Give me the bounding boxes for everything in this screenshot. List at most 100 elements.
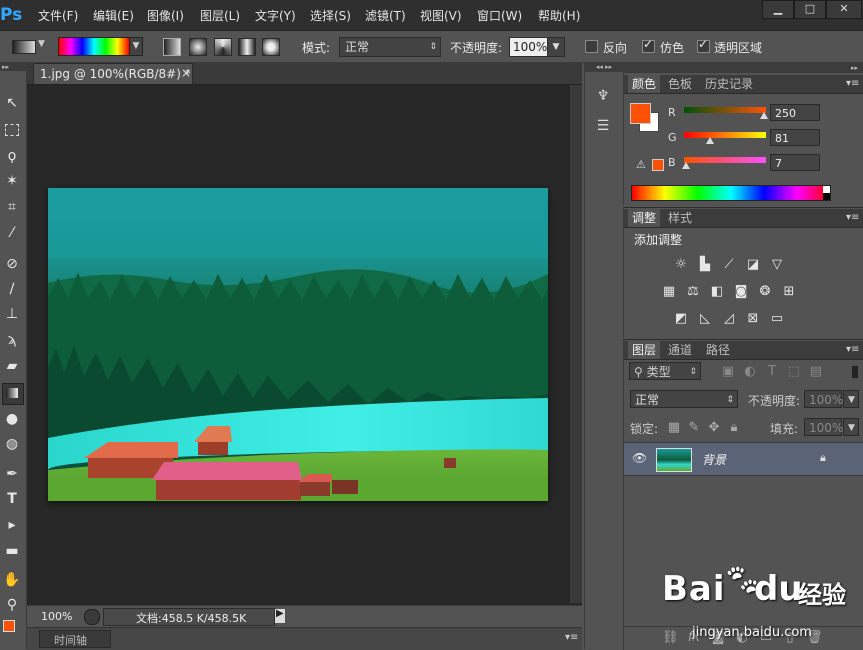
menu-select[interactable]: 选择(S)	[310, 7, 351, 24]
color-spectrum-bar[interactable]	[631, 185, 831, 201]
curves-icon[interactable]: ⟋	[721, 258, 737, 272]
hue-saturation-icon[interactable]: ▦	[661, 285, 677, 299]
menu-type[interactable]: 文字(Y)	[255, 7, 296, 24]
threshold-icon[interactable]: ◿	[721, 312, 737, 326]
eye-visibility-icon[interactable]: 👁︎	[632, 451, 647, 465]
history-brush-tool-icon[interactable]: ϡ	[2, 330, 22, 350]
healing-brush-tool-icon[interactable]: ⊘	[2, 254, 22, 274]
vertical-scrollbar[interactable]	[570, 85, 582, 603]
filter-smart-object-icon[interactable]: ▤	[808, 365, 824, 379]
chevron-down-icon[interactable]: ▼	[38, 39, 45, 49]
menu-file[interactable]: 文件(F)	[38, 7, 78, 24]
filter-pixel-icon[interactable]: ▣	[720, 365, 736, 379]
transparency-checkbox[interactable]	[697, 37, 710, 53]
move-tool-icon[interactable]: ↖	[2, 93, 22, 113]
channel-mixer-icon[interactable]: ❂	[757, 285, 773, 299]
lasso-tool-icon[interactable]: ϙ	[2, 146, 22, 166]
clone-stamp-tool-icon[interactable]: ⊥	[2, 304, 22, 324]
zoom-tool-icon[interactable]: ⚲	[2, 595, 22, 615]
panel-menu-icon[interactable]: ▾≡	[846, 212, 859, 223]
green-value-input[interactable]: 81	[770, 129, 820, 146]
blue-slider[interactable]	[684, 157, 766, 163]
layer-opacity-chevron-icon[interactable]: ▼	[843, 390, 859, 408]
menu-edit[interactable]: 编辑(E)	[93, 7, 134, 24]
web-safe-color-swatch[interactable]	[652, 159, 664, 171]
radial-gradient-button[interactable]	[189, 38, 207, 56]
crop-tool-icon[interactable]: ⌗	[2, 197, 22, 217]
canvas-image[interactable]	[48, 188, 548, 501]
close-button[interactable]: ✕	[826, 0, 862, 19]
panel-menu-icon[interactable]: ▾≡	[846, 78, 859, 89]
angle-gradient-button[interactable]	[214, 38, 232, 56]
gradient-picker[interactable]	[58, 37, 130, 56]
selective-color-icon[interactable]: ⊠	[745, 312, 761, 326]
collapse-arrows-icon[interactable]: ▸▸	[0, 63, 26, 71]
layer-row[interactable]: 👁︎ 背景 🔒︎	[624, 442, 863, 476]
properties-icon[interactable]: ☰	[593, 118, 613, 138]
panel-menu-icon[interactable]: ▾≡	[846, 344, 859, 355]
restore-button[interactable]: □	[794, 0, 826, 19]
green-slider-thumb[interactable]	[706, 137, 715, 144]
layer-name[interactable]: 背景	[702, 451, 726, 468]
menu-filter[interactable]: 滤镜(T)	[365, 7, 406, 24]
marquee-tool-icon[interactable]	[2, 120, 22, 140]
magic-wand-tool-icon[interactable]: ✶	[2, 171, 22, 191]
green-slider[interactable]	[684, 132, 766, 138]
path-selection-tool-icon[interactable]: ▸	[2, 515, 22, 535]
status-arrow-button[interactable]: ▶	[275, 608, 285, 623]
vibrance-icon[interactable]: ▽	[769, 258, 785, 272]
expand-arrows-icon[interactable]: ◂◂ ▸▸	[585, 63, 623, 72]
fill-input[interactable]: 100%	[804, 418, 843, 436]
filter-shape-icon[interactable]: ⬚	[786, 365, 802, 379]
tab-layers[interactable]: 图层	[628, 341, 661, 359]
eyedropper-tool-icon[interactable]: ⁄	[2, 223, 22, 243]
gradient-tool-preset-icon[interactable]	[12, 40, 36, 54]
blue-value-input[interactable]: 7	[770, 154, 820, 171]
tab-color[interactable]: 颜色	[628, 75, 661, 93]
layer-filter-dropdown[interactable]: ⚲ 类型 ⇕	[629, 362, 701, 380]
rectangle-tool-icon[interactable]: ▬	[2, 541, 22, 561]
filter-adjustment-icon[interactable]: ◐	[742, 365, 758, 379]
zoom-level[interactable]: 100%	[41, 610, 72, 623]
panel-collapse-arrows-icon[interactable]: ▸▸	[624, 63, 863, 73]
tab-paths[interactable]: 路径	[702, 341, 734, 359]
invert-icon[interactable]: ◩	[673, 312, 689, 326]
reverse-checkbox[interactable]	[585, 40, 598, 53]
document-tab[interactable]: 1.jpg @ 100%(RGB/8#) *	[33, 63, 193, 84]
lock-all-icon[interactable]: 🔒︎	[726, 421, 742, 435]
tab-history[interactable]: 历史记录	[701, 75, 757, 93]
filter-type-icon[interactable]: T	[764, 365, 780, 379]
blue-slider-thumb[interactable]	[682, 162, 691, 169]
blend-mode-dropdown[interactable]: 正常 ⇕	[630, 390, 738, 408]
lock-position-icon[interactable]: ✥	[706, 421, 722, 435]
timeline-tab[interactable]: 时间轴	[39, 630, 111, 648]
menu-layer[interactable]: 图层(L)	[200, 7, 240, 24]
linear-gradient-button[interactable]	[163, 38, 181, 56]
dither-checkbox[interactable]	[642, 37, 655, 53]
posterize-icon[interactable]: ◺	[697, 312, 713, 326]
red-value-input[interactable]: 250	[770, 104, 820, 121]
brush-tool-icon[interactable]: ∕	[2, 279, 22, 299]
color-balance-icon[interactable]: ⚖	[685, 285, 701, 299]
lock-pixels-icon[interactable]: ✎	[686, 421, 702, 435]
tab-channels[interactable]: 通道	[664, 341, 696, 359]
filter-toggle[interactable]	[852, 366, 858, 378]
foreground-color-swatch[interactable]	[630, 103, 651, 124]
reflected-gradient-button[interactable]	[238, 38, 256, 56]
opacity-chevron-icon[interactable]: ▼	[547, 37, 565, 57]
gradient-tool-icon[interactable]	[2, 383, 24, 405]
tab-swatches[interactable]: 色板	[664, 75, 696, 93]
mode-dropdown[interactable]: 正常 ⇕	[339, 37, 441, 57]
fill-chevron-icon[interactable]: ▼	[843, 418, 859, 436]
menu-window[interactable]: 窗口(W)	[477, 7, 522, 24]
diamond-gradient-button[interactable]	[262, 38, 280, 56]
red-slider-thumb[interactable]	[760, 112, 769, 119]
type-tool-icon[interactable]: T	[2, 489, 22, 509]
lock-transparent-icon[interactable]: ▦	[666, 421, 682, 435]
tab-adjustments[interactable]: 调整	[628, 209, 661, 227]
gradient-map-icon[interactable]: ▭	[769, 312, 785, 326]
brush-preset-icon[interactable]: ♆	[593, 88, 613, 108]
menu-image[interactable]: 图像(I)	[147, 7, 184, 24]
brightness-contrast-icon[interactable]: ☼	[673, 258, 689, 272]
black-white-icon[interactable]: ◧	[709, 285, 725, 299]
